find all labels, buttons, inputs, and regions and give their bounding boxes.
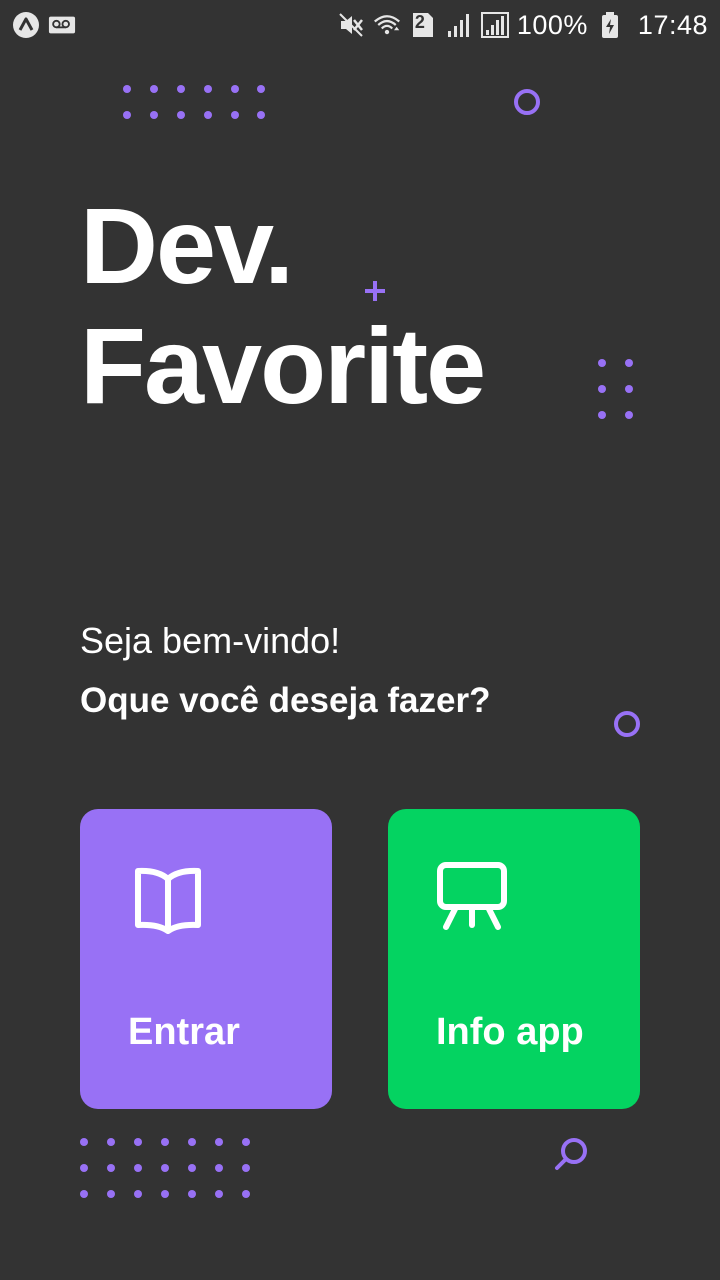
app-title-line-2: Favorite: [80, 305, 486, 426]
sim-2-label: 2: [414, 12, 425, 32]
ring-decoration-top: [514, 89, 540, 115]
wifi-icon: [373, 11, 401, 39]
app-title-line-1: Dev.: [80, 185, 294, 306]
status-bar-right: 2 100% 17:48: [337, 10, 708, 41]
clock: 17:48: [637, 9, 708, 40]
dots-pattern-bottom: [80, 1138, 250, 1198]
mute-icon: [337, 11, 365, 39]
app-title: Dev. Favorite: [80, 185, 486, 426]
magnifier-decoration: [555, 1138, 587, 1170]
info-app-button[interactable]: Info app: [388, 809, 640, 1109]
app-logo-icon: [12, 11, 40, 39]
info-app-button-label: Info app: [436, 1011, 584, 1053]
sim-2-icon: 2: [409, 11, 437, 39]
welcome-question: Oque você deseja fazer?: [80, 681, 491, 720]
enter-button-label: Entrar: [128, 1011, 240, 1053]
welcome-greeting: Seja bem-vindo!: [80, 620, 341, 661]
battery-charging-icon: [596, 11, 624, 39]
dots-pattern-right: [598, 359, 633, 419]
ring-decoration-middle: [614, 711, 640, 737]
battery-percent: 100%: [516, 9, 588, 40]
signal-icon: [445, 11, 473, 39]
dots-pattern-top: [123, 85, 265, 119]
open-book-icon: [135, 867, 201, 934]
presentation-board-icon: [437, 862, 507, 930]
voicemail-icon: [48, 11, 76, 39]
signal-icon: [480, 11, 509, 39]
status-bar-left: [12, 11, 76, 39]
enter-button[interactable]: Entrar: [80, 809, 332, 1109]
status-bar: 2 100% 17:48: [0, 0, 720, 50]
